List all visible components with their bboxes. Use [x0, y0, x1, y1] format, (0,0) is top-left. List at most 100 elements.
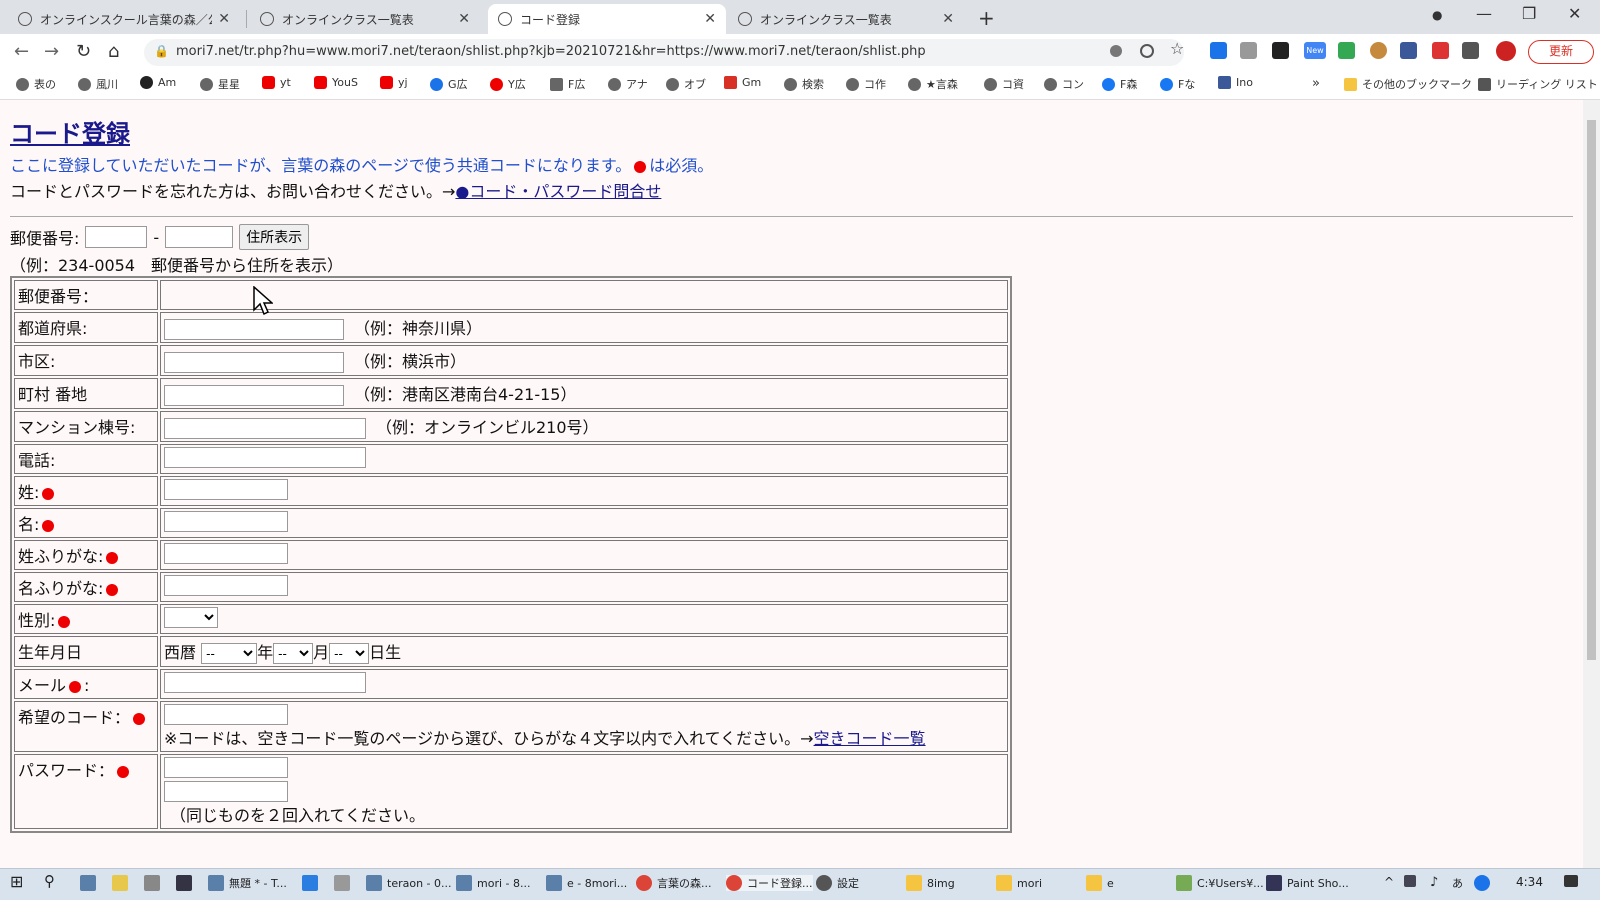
- reload-button[interactable]: ↻: [76, 41, 91, 62]
- taskbar-item[interactable]: mori - 8...: [456, 875, 530, 891]
- update-button[interactable]: 更新: [1528, 40, 1594, 64]
- bookmark-item[interactable]: 検索: [784, 76, 824, 92]
- phone-input[interactable]: [164, 447, 366, 468]
- bookmark-item[interactable]: Ino: [1218, 76, 1253, 89]
- app-icon[interactable]: [302, 875, 323, 891]
- tab-class-list-2[interactable]: オンラインクラス一覧表 ✕: [728, 4, 964, 34]
- drive-icon[interactable]: [1338, 42, 1355, 59]
- puzzle-icon[interactable]: [1462, 42, 1479, 59]
- taskbar-item[interactable]: teraon - 0...: [366, 875, 452, 891]
- page-scrollbar[interactable]: [1583, 100, 1600, 868]
- network-icon[interactable]: [1404, 875, 1421, 887]
- tray-chevron-icon[interactable]: ^: [1384, 875, 1394, 889]
- app-icon[interactable]: [80, 875, 101, 891]
- bookmark-item[interactable]: yt: [262, 76, 291, 89]
- ime-indicator[interactable]: あ: [1452, 875, 1463, 891]
- window-close-button[interactable]: ✕: [1568, 4, 1581, 23]
- last-kana-input[interactable]: [164, 543, 288, 564]
- extension-icon[interactable]: [1400, 42, 1417, 59]
- bookmark-item[interactable]: F広: [550, 76, 585, 92]
- bookmark-item[interactable]: コ作: [846, 76, 886, 92]
- extension-icon[interactable]: [1210, 42, 1227, 59]
- bookmark-item[interactable]: F森: [1102, 76, 1137, 92]
- birth-day-select[interactable]: --: [329, 643, 370, 664]
- taskbar-item-active[interactable]: コード登録...: [726, 875, 813, 891]
- avatar[interactable]: [1496, 41, 1516, 61]
- bookmarks-overflow[interactable]: »: [1312, 76, 1320, 91]
- volume-icon[interactable]: ♪: [1430, 875, 1438, 890]
- megaphone-icon[interactable]: [1432, 42, 1449, 59]
- bookmark-item[interactable]: オブ: [666, 76, 706, 92]
- home-button[interactable]: ⌂: [108, 41, 119, 62]
- scrollbar-thumb[interactable]: [1587, 120, 1596, 660]
- address-lookup-button[interactable]: 住所表示: [239, 224, 310, 250]
- bookmark-item[interactable]: ★言森: [908, 76, 958, 92]
- app-tray-icon[interactable]: [1474, 875, 1495, 891]
- bookmark-item[interactable]: コ資: [984, 76, 1024, 92]
- zoom-icon[interactable]: [1140, 44, 1154, 58]
- first-name-input[interactable]: [164, 511, 288, 532]
- bookmark-item[interactable]: 星星: [200, 76, 240, 92]
- bookmark-item[interactable]: アナ: [608, 76, 648, 92]
- taskbar-item[interactable]: 無題 * - T...: [208, 875, 287, 891]
- app-icon[interactable]: [112, 875, 133, 891]
- cookie-icon[interactable]: [1370, 42, 1387, 59]
- close-icon[interactable]: ✕: [942, 11, 954, 27]
- app-icon[interactable]: [334, 875, 355, 891]
- prefecture-input[interactable]: [164, 319, 344, 340]
- bookmark-item[interactable]: 表の: [16, 76, 56, 92]
- restore-button[interactable]: ❐: [1522, 4, 1536, 23]
- taskbar-item[interactable]: Paint Sho...: [1266, 875, 1349, 891]
- bookmark-item[interactable]: G広: [430, 76, 468, 92]
- extension-icon[interactable]: [1240, 42, 1257, 59]
- minimize-button[interactable]: —: [1476, 4, 1492, 23]
- star-icon[interactable]: ☆: [1170, 39, 1187, 58]
- notification-icon[interactable]: [1564, 875, 1583, 887]
- email-input[interactable]: [164, 672, 366, 693]
- password-input[interactable]: [164, 757, 288, 778]
- bookmark-item[interactable]: コン: [1044, 76, 1084, 92]
- bookmark-item[interactable]: 風川: [78, 76, 118, 92]
- close-icon[interactable]: ✕: [218, 11, 230, 27]
- last-name-input[interactable]: [164, 479, 288, 500]
- bookmark-item[interactable]: YouS: [314, 76, 358, 89]
- bookmark-item[interactable]: Fな: [1160, 76, 1195, 92]
- birth-year-select[interactable]: --: [201, 643, 258, 664]
- key-icon[interactable]: [1110, 45, 1122, 57]
- birth-month-select[interactable]: --: [273, 643, 314, 664]
- tab-search-icon[interactable]: ●: [1432, 8, 1442, 22]
- zip-first-input[interactable]: [85, 226, 148, 248]
- town-input[interactable]: [164, 385, 344, 406]
- tab-code-registration[interactable]: コード登録 ✕: [488, 4, 726, 34]
- app-icon[interactable]: [176, 875, 197, 891]
- zip-second-input[interactable]: [165, 226, 234, 248]
- reading-list[interactable]: リーディング リスト: [1478, 76, 1598, 92]
- bookmark-item[interactable]: Y広: [490, 76, 526, 92]
- start-icon[interactable]: ⊞: [10, 872, 23, 891]
- clock[interactable]: 4:34: [1516, 875, 1543, 889]
- address-bar[interactable]: 🔒 mori7.net/tr.php?hu=www.mori7.net/tera…: [144, 39, 1184, 66]
- new-extension-icon[interactable]: New: [1304, 42, 1326, 59]
- code-input[interactable]: [164, 704, 288, 725]
- gender-select[interactable]: [164, 607, 218, 628]
- bookmark-item[interactable]: Am: [140, 76, 176, 89]
- bookmark-item[interactable]: yj: [380, 76, 408, 89]
- back-button[interactable]: ←: [14, 41, 29, 62]
- close-icon[interactable]: ✕: [704, 11, 716, 27]
- taskbar-item[interactable]: 設定: [816, 875, 859, 891]
- extension-icon[interactable]: [1272, 42, 1289, 59]
- city-input[interactable]: [164, 352, 344, 373]
- free-code-list-link[interactable]: 空きコード一覧: [814, 729, 926, 748]
- bookmark-item[interactable]: Gm: [724, 76, 761, 89]
- app-icon[interactable]: [144, 875, 165, 891]
- tab-online-school[interactable]: オンラインスクール言葉の森／公式ホ ✕: [8, 4, 240, 34]
- taskbar-item[interactable]: 8img: [906, 875, 955, 891]
- taskbar-item[interactable]: e: [1086, 875, 1114, 891]
- search-icon[interactable]: ⚲: [44, 872, 55, 890]
- first-kana-input[interactable]: [164, 575, 288, 596]
- taskbar-item[interactable]: e - 8mori...: [546, 875, 627, 891]
- tab-class-list[interactable]: オンラインクラス一覧表 ✕: [250, 4, 480, 34]
- taskbar-item[interactable]: mori: [996, 875, 1042, 891]
- page-title[interactable]: コード登録: [10, 114, 130, 149]
- new-tab-button[interactable]: +: [978, 6, 995, 30]
